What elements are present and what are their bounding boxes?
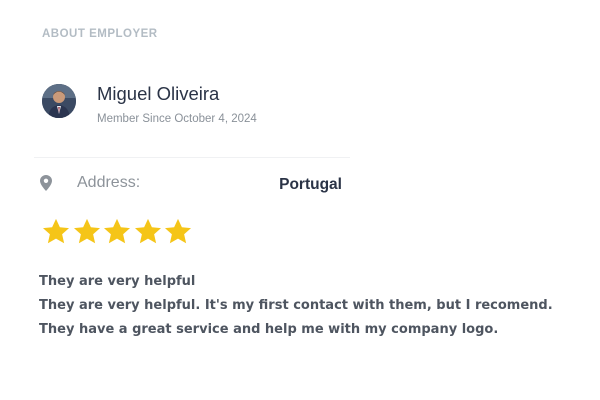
employer-header: Miguel Oliveira Member Since October 4, …: [42, 84, 257, 125]
star-icon: [133, 217, 164, 247]
employer-name[interactable]: Miguel Oliveira: [97, 84, 257, 104]
section-title: ABOUT EMPLOYER: [42, 28, 158, 40]
address-value: Portugal: [279, 176, 342, 193]
member-since-text: Member Since October 4, 2024: [97, 113, 257, 125]
review-title: They are very helpful: [39, 274, 196, 289]
review-line: They are very helpful. It's my first con…: [39, 298, 553, 313]
star-icon: [163, 217, 194, 247]
map-pin-icon: [40, 175, 52, 191]
address-row: Address: Portugal: [40, 172, 342, 196]
star-rating: [41, 217, 194, 247]
review-text: They are very helpful They are very help…: [39, 270, 553, 342]
about-employer-panel: ABOUT EMPLOYER Miguel Oliveira Member Si…: [0, 0, 600, 400]
star-icon: [72, 217, 103, 247]
star-icon: [41, 217, 72, 247]
divider: [34, 157, 350, 158]
profile-photo-icon: [42, 84, 76, 118]
avatar[interactable]: [42, 84, 76, 118]
employer-info: Miguel Oliveira Member Since October 4, …: [97, 84, 257, 126]
star-icon: [102, 217, 133, 247]
address-label: Address:: [77, 174, 141, 191]
review-line: They have a great service and help me wi…: [39, 322, 499, 337]
